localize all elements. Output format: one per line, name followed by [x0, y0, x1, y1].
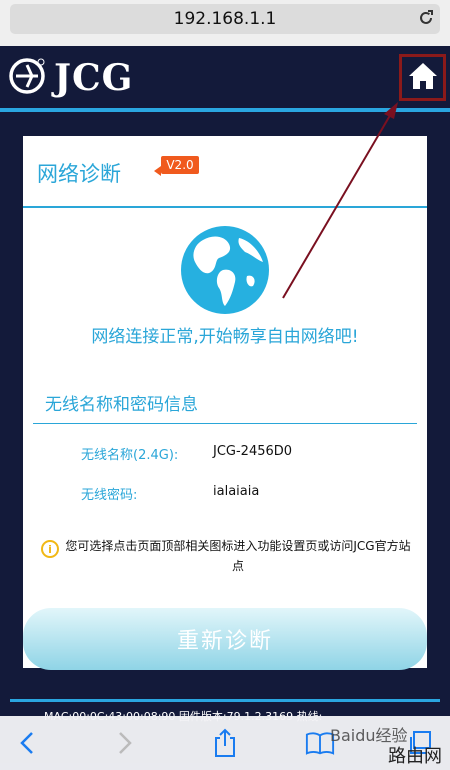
footer-accent-line — [10, 699, 440, 702]
status-message: 网络连接正常,开始畅享自由网络吧! — [91, 327, 359, 347]
diagnosis-card: 网络诊断 V2.0 网络连接正常,开始畅享自由网络吧! 无线名称和密码信息 无线… — [23, 136, 427, 670]
jcg-emblem-icon — [8, 57, 46, 99]
wifi-section-title: 无线名称和密码信息 — [45, 395, 198, 415]
password-label: 无线密码: — [81, 488, 138, 503]
home-icon — [407, 61, 439, 95]
url-field[interactable]: 192.168.1.1 — [10, 4, 440, 34]
home-button[interactable] — [399, 54, 446, 101]
app-header: JCG — [0, 46, 450, 108]
header-accent-line — [0, 108, 450, 112]
site-watermark: 路由网 — [388, 746, 442, 767]
wifi-section-divider — [33, 423, 417, 424]
card-title: 网络诊断 — [37, 162, 121, 186]
card-title-divider — [23, 206, 427, 208]
globe-icon — [179, 224, 271, 316]
notice: i 您可选择点击页面顶部相关图标进入功能设置页或访问JCG官方站点 — [41, 536, 411, 576]
back-icon[interactable] — [12, 728, 42, 758]
password-value: ialaiaia — [213, 484, 260, 499]
forward-icon[interactable] — [110, 728, 140, 758]
ssid-value: JCG-2456D0 — [213, 444, 293, 459]
ssid-label: 无线名称(2.4G): — [81, 448, 179, 463]
info-icon: i — [41, 540, 59, 558]
logo-text: JCG — [54, 57, 134, 99]
share-icon[interactable] — [210, 728, 240, 758]
reload-icon[interactable] — [416, 8, 436, 28]
jcg-logo[interactable]: JCG — [8, 57, 134, 99]
browser-address-bar: 192.168.1.1 — [0, 0, 450, 46]
version-badge: V2.0 — [154, 156, 199, 176]
notice-text: 您可选择点击页面顶部相关图标进入功能设置页或访问JCG官方站点 — [65, 539, 411, 573]
rediagnose-button[interactable]: 重新诊断 — [23, 608, 427, 670]
url-text: 192.168.1.1 — [173, 9, 277, 29]
